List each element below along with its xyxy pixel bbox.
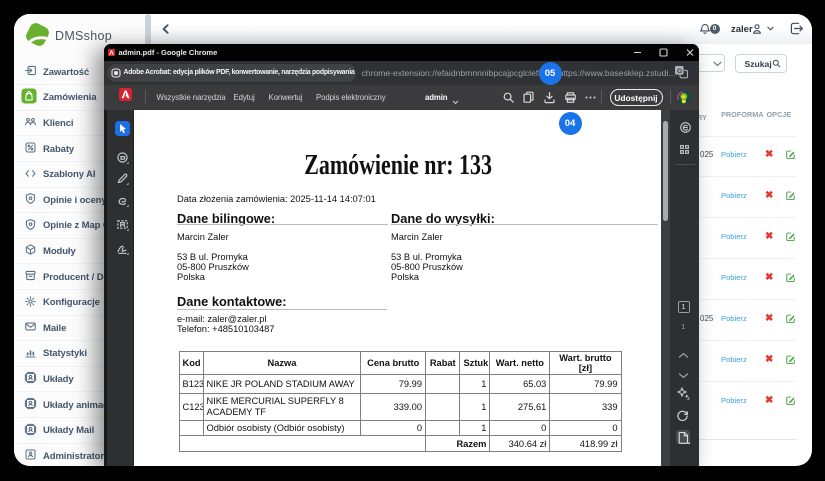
svg-text:G: G [677,68,682,75]
